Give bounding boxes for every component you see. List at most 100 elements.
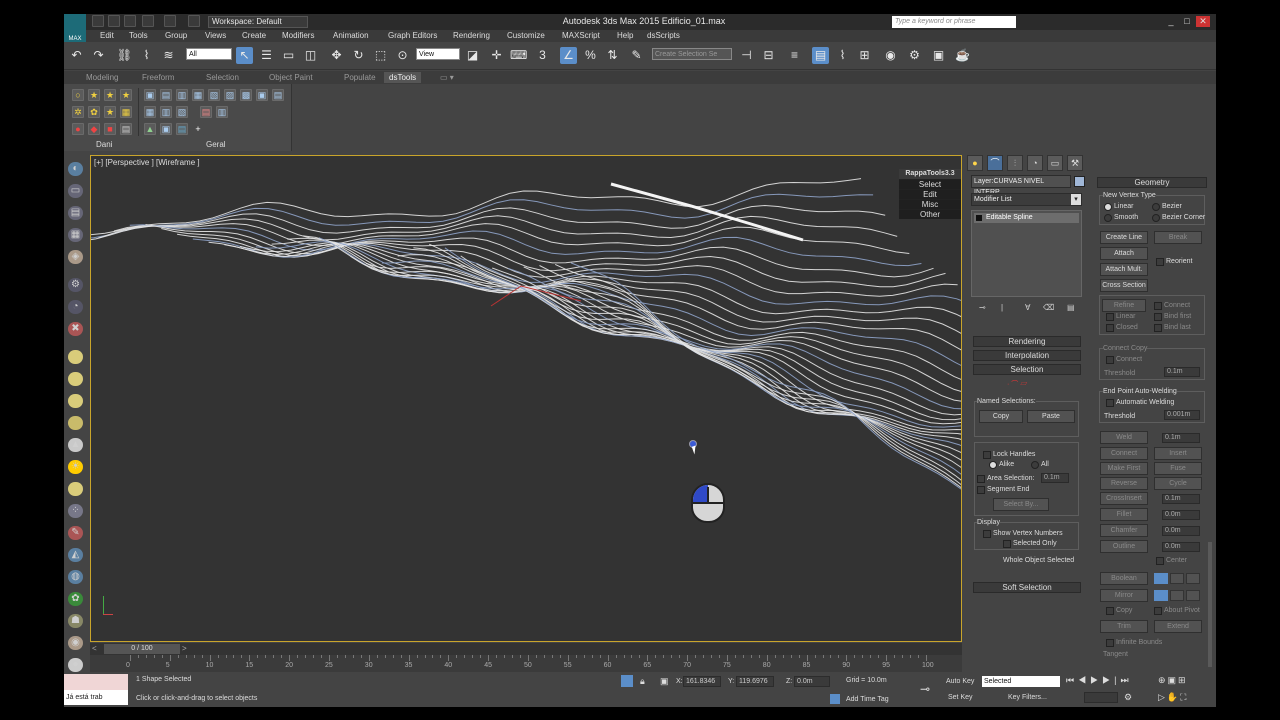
segment-end-checkbox[interactable] <box>977 486 985 494</box>
menu-item[interactable]: Animation <box>333 31 369 41</box>
rappatools-other[interactable]: Other <box>899 209 961 219</box>
viewport-tool-icon[interactable]: ▭ <box>68 184 83 198</box>
boolean-button[interactable]: Boolean <box>1100 572 1148 585</box>
ribbon-tool-icon[interactable]: ◆ <box>88 123 100 135</box>
welding-threshold-spinner[interactable]: 0.001m <box>1164 410 1200 420</box>
ribbon-tool-icon[interactable]: ▦ <box>192 89 204 101</box>
ribbon-tool-icon[interactable]: ▦ <box>120 106 132 118</box>
modify-tab-icon[interactable]: ⌒ <box>987 155 1003 171</box>
sun-light-icon[interactable]: ☀ <box>68 460 83 474</box>
star-icon[interactable]: ★ <box>120 89 132 101</box>
refine-button[interactable]: Refine <box>1102 299 1146 312</box>
menu-item[interactable]: Modifiers <box>282 31 314 41</box>
refine-connect-checkbox[interactable] <box>1154 302 1162 310</box>
ribbon-tool-icon[interactable]: ▥ <box>160 106 172 118</box>
plant-icon[interactable]: ✿ <box>68 592 83 606</box>
z-coordinate-field[interactable]: 0.0m <box>794 676 830 687</box>
rollout-rendering[interactable]: Rendering <box>973 336 1081 347</box>
bezier-corner-radio[interactable] <box>1152 214 1160 222</box>
cone-primitive-icon[interactable]: ▲ <box>68 438 83 452</box>
scene-explorer-icon[interactable]: ▤ <box>812 47 829 64</box>
mirror-icon[interactable]: ⊣ <box>738 47 755 64</box>
ribbon-tool-icon[interactable]: ▤ <box>160 89 172 101</box>
ribbon-tool-icon[interactable]: ▣ <box>256 89 268 101</box>
automatic-welding-checkbox[interactable] <box>1106 399 1114 407</box>
redo-icon[interactable] <box>164 15 176 27</box>
pivot-center-icon[interactable]: ◪ <box>464 47 481 64</box>
bezier-radio[interactable] <box>1152 203 1160 211</box>
viewport-tool-icon[interactable]: ◉ <box>68 636 83 650</box>
ribbon-tool-icon[interactable]: ■ <box>104 123 116 135</box>
maxscript-listener-pink[interactable] <box>64 674 128 690</box>
geosphere-primitive-icon[interactable] <box>68 482 83 496</box>
absolute-mode-icon[interactable]: ▣ <box>660 675 672 687</box>
refine-closed-checkbox[interactable] <box>1106 324 1114 332</box>
ribbon-tool-icon[interactable]: ▤ <box>272 89 284 101</box>
refine-linear-checkbox[interactable] <box>1106 313 1114 321</box>
extend-button[interactable]: Extend <box>1154 620 1202 633</box>
attach-button[interactable]: Attach <box>1100 247 1148 260</box>
viewport-tool-icon[interactable]: ◔ <box>68 300 83 314</box>
menu-item[interactable]: Edit <box>100 31 114 41</box>
link-icon[interactable]: ⛓ <box>116 47 133 64</box>
lock-selection-icon[interactable]: 🔒︎ <box>640 675 652 687</box>
spinner-snap-icon[interactable]: ⇅ <box>604 47 621 64</box>
workspace-dropdown[interactable]: Workspace: Default <box>208 16 308 28</box>
unlink-icon[interactable]: ⌇ <box>138 47 155 64</box>
viewport-tool-icon[interactable]: ● <box>68 658 83 672</box>
mirror-vertical-icon[interactable] <box>1170 590 1184 601</box>
search-input[interactable]: Type a keyword or phrase <box>892 16 1016 28</box>
menu-item[interactable]: Tools <box>129 31 148 41</box>
chamfer-spinner[interactable]: 0.0m <box>1162 526 1200 536</box>
tab-populate[interactable]: Populate <box>344 72 376 83</box>
show-end-result-icon[interactable]: | <box>1001 303 1003 312</box>
tab-object-paint[interactable]: Object Paint <box>269 72 313 83</box>
copy-button[interactable]: Copy <box>979 410 1023 423</box>
viewport-label[interactable]: [+] [Perspective ] [Wireframe ] <box>94 158 200 167</box>
ribbon-tool-icon[interactable]: ▥ <box>216 106 228 118</box>
infinite-bounds-checkbox[interactable] <box>1106 639 1114 647</box>
viewport-tool-icon[interactable]: ⁘ <box>68 504 83 518</box>
rappatools-misc[interactable]: Misc <box>899 199 961 209</box>
selected-set-dropdown[interactable]: Selected <box>982 676 1060 687</box>
ribbon-tool-icon[interactable]: ✲ <box>72 106 84 118</box>
tab-modeling[interactable]: Modeling <box>86 72 118 83</box>
time-slider[interactable]: < 0 / 100 > <box>90 643 962 655</box>
select-by-button[interactable]: Select By... <box>993 498 1049 511</box>
viewport-navigation-controls-2[interactable]: ▷✋⛶ <box>1158 692 1188 703</box>
mirror-button[interactable]: Mirror <box>1100 589 1148 602</box>
viewport-tool-icon[interactable]: ✖ <box>68 322 83 336</box>
ribbon-tool-icon[interactable]: ▣ <box>144 89 156 101</box>
open-file-icon[interactable] <box>108 15 120 27</box>
boolean-intersect-icon[interactable] <box>1186 573 1200 584</box>
show-vertex-numbers-checkbox[interactable] <box>983 530 991 538</box>
configure-modifier-sets-icon[interactable]: ▤ <box>1067 303 1075 312</box>
add-time-tag[interactable]: Add Time Tag <box>846 696 889 703</box>
bind-first-checkbox[interactable] <box>1154 313 1162 321</box>
viewport-tool-icon[interactable]: ✎ <box>68 526 83 540</box>
maxscript-listener[interactable]: Já está trab <box>64 690 128 705</box>
mirror-copy-checkbox[interactable] <box>1106 607 1114 615</box>
ribbon-tool-icon[interactable]: ▨ <box>224 89 236 101</box>
key-mode-icon[interactable]: ⊸ <box>920 682 930 696</box>
center-checkbox[interactable] <box>1156 557 1164 565</box>
new-file-icon[interactable] <box>92 15 104 27</box>
pin-stack-icon[interactable]: ⊸ <box>979 303 986 312</box>
viewport-tool-icon[interactable]: ◍ <box>68 570 83 584</box>
time-configuration-icon[interactable]: ⚙ <box>1124 692 1132 703</box>
rollout-selection[interactable]: Selection <box>973 364 1081 375</box>
layer-manager-icon[interactable]: ≡ <box>786 47 803 64</box>
outline-spinner[interactable]: 0.0m <box>1162 542 1200 552</box>
move-icon[interactable]: ✥ <box>328 47 345 64</box>
isolate-selection-icon[interactable] <box>621 675 633 687</box>
menu-item[interactable]: Group <box>165 31 187 41</box>
fillet-button[interactable]: Fillet <box>1100 508 1148 521</box>
maximize-icon[interactable]: □ <box>1180 16 1194 27</box>
boolean-union-icon[interactable] <box>1154 573 1168 584</box>
stack-item-editable-spline[interactable]: Editable Spline <box>974 213 1079 223</box>
time-slider-thumb[interactable]: 0 / 100 <box>104 644 180 654</box>
object-color-swatch[interactable] <box>1074 176 1085 187</box>
torus-primitive-icon[interactable] <box>68 416 83 430</box>
display-tab-icon[interactable]: ▭ <box>1047 155 1063 171</box>
create-line-button[interactable]: Create Line <box>1100 231 1148 244</box>
